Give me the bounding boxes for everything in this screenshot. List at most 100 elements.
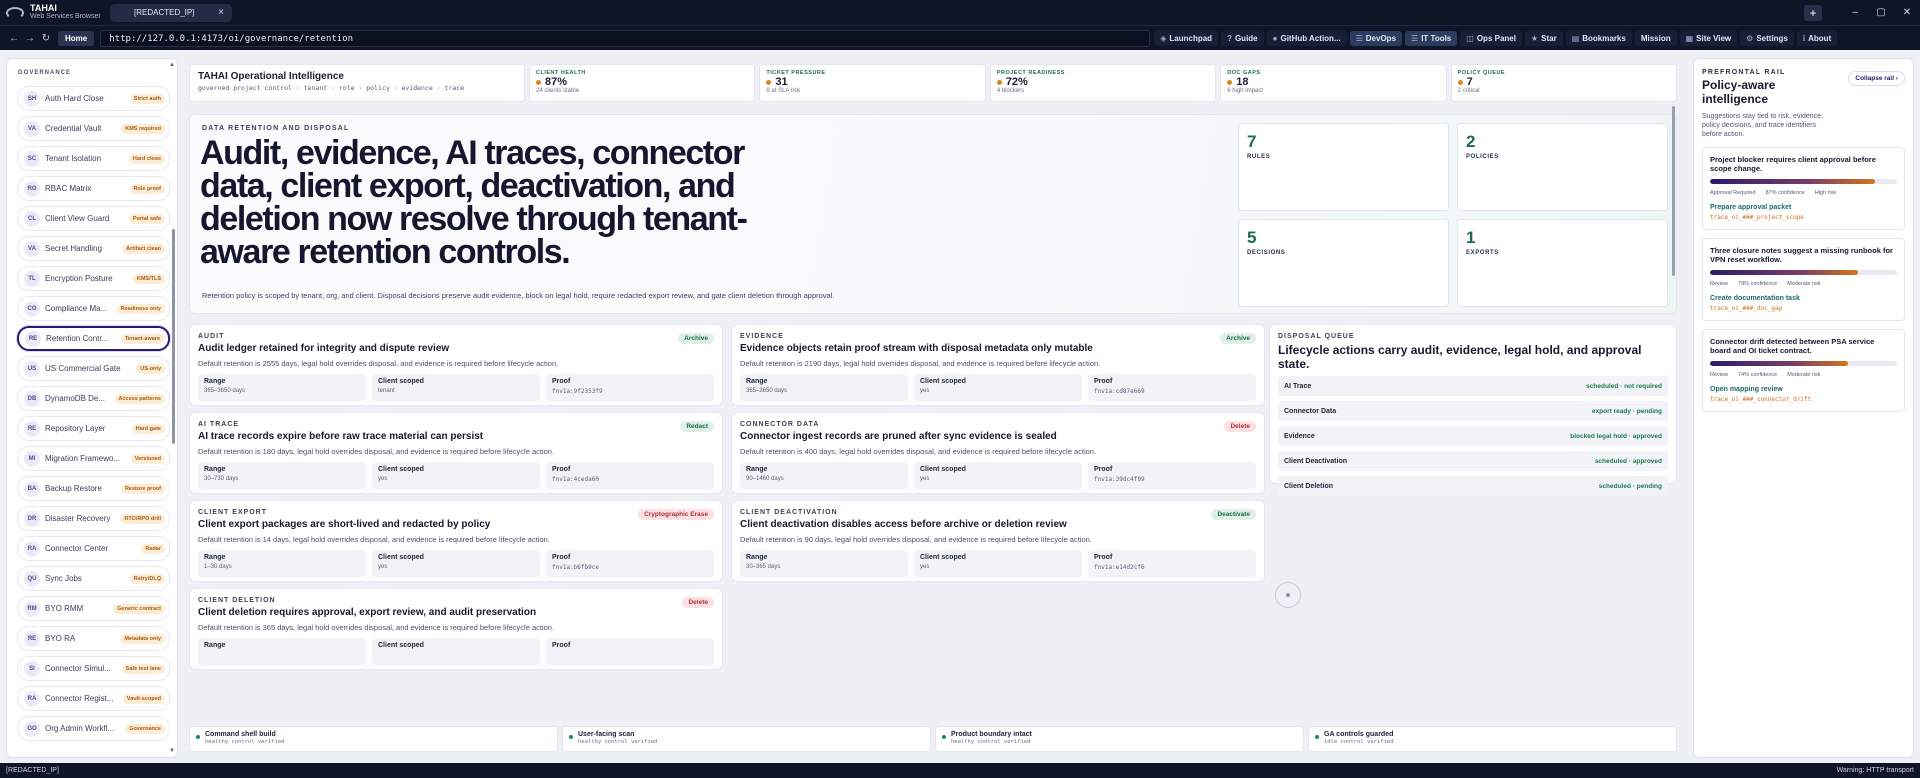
- card-action-badge: Deactivate: [1211, 509, 1256, 520]
- kpi-doc-gaps[interactable]: DOC GAPS 18 6 high impact: [1220, 64, 1447, 102]
- nav-guide[interactable]: ? Guide: [1221, 30, 1264, 46]
- forward-arrow-icon[interactable]: →: [22, 33, 38, 44]
- card-action-badge: Archive: [678, 333, 714, 344]
- status-dot-icon: [766, 79, 772, 85]
- nav-about[interactable]: i About: [1796, 30, 1838, 46]
- main-content: TAHAI Operational Intelligence governed …: [187, 58, 1683, 758]
- queue-row-evidence[interactable]: Evidence blocked legal hold · approved: [1278, 426, 1668, 446]
- sidebar-scrollbar[interactable]: [172, 229, 175, 444]
- collapse-rail-button[interactable]: Collapse rail ›: [1848, 71, 1905, 86]
- sidebar-item[interactable]: RE Retention Contr... Tenant-aware: [17, 326, 170, 351]
- nav-settings[interactable]: ⚙ Settings: [1740, 30, 1794, 46]
- confidence-bar: [1710, 270, 1897, 275]
- suggestion-action-link[interactable]: Prepare approval packet: [1710, 204, 1897, 211]
- sidebar-item[interactable]: DB DynamoDB De... Access patterns: [17, 386, 170, 411]
- sidebar-item[interactable]: CL Client View Guard Portal safe: [17, 206, 170, 231]
- sidebar-item-badge: Vault-scoped: [122, 693, 165, 704]
- nav-launchpad[interactable]: ◈ Launchpad: [1154, 30, 1219, 46]
- sidebar-item[interactable]: RA Connector Regist... Vault-scoped: [17, 686, 170, 711]
- retention-card: CLIENT DEACTIVATION Deactivate Client deac…: [731, 500, 1265, 582]
- queue-row-connector-data[interactable]: Connector Data export ready · pending: [1278, 401, 1668, 421]
- nav-github-actions[interactable]: ● GitHub Action...: [1266, 30, 1347, 46]
- field-client-scoped: Client scoped yes: [914, 550, 1082, 577]
- sidebar-item[interactable]: RE BYO RA Metadata only: [17, 626, 170, 651]
- rail-title: Policy-aware intelligence: [1702, 78, 1776, 106]
- sidebar-item[interactable]: RE Repository Layer Hard gate: [17, 416, 170, 441]
- nav-ops-panel[interactable]: ◫ Ops Panel: [1460, 30, 1522, 46]
- kpi-project-readiness[interactable]: PROJECT READINESS 72% 4 blockers: [989, 64, 1217, 102]
- sidebar-item-avatar: US: [24, 360, 40, 377]
- nav-devops[interactable]: ☰ DevOps: [1349, 30, 1403, 46]
- panel-icon: ◫: [1466, 33, 1474, 43]
- nav-mission[interactable]: Mission: [1634, 30, 1677, 46]
- status-bar: [REDACTED_IP] Warning: HTTP transport: [0, 763, 1920, 778]
- card-action-badge: Redact: [680, 421, 714, 432]
- sidebar-item[interactable]: VA Credential Vault KMS required: [17, 116, 170, 141]
- sidebar-item[interactable]: CO Compliance Ma... Readiness only: [17, 296, 170, 321]
- queue-row-client-deactivation[interactable]: Client Deactivation scheduled · approved: [1278, 451, 1668, 471]
- card-eyebrow: CONNECTOR DATA: [740, 421, 820, 428]
- sidebar-item[interactable]: MI Migration Framewo... Versioned: [17, 446, 170, 471]
- close-window-icon[interactable]: ✕: [1894, 7, 1920, 18]
- main-scrollbar[interactable]: [1672, 106, 1675, 276]
- sidebar-item-badge: Metadata only: [120, 633, 165, 644]
- sidebar-item[interactable]: BA Backup Restore Restore proof: [17, 476, 170, 501]
- sidebar-item[interactable]: GO Org Admin Workfl... Governance: [17, 716, 170, 741]
- maximize-icon[interactable]: ▢: [1868, 7, 1894, 18]
- sidebar-item-badge: KMS required: [121, 123, 165, 134]
- sidebar-item[interactable]: QU Sync Jobs Retry/DLQ: [17, 566, 170, 591]
- sidebar-item-label: DynamoDB De...: [45, 394, 106, 403]
- sidebar-item[interactable]: SH Auth Hard Close Strict auth: [17, 86, 170, 111]
- control-checks: Command shell build healthy control verif…: [189, 726, 1677, 752]
- sidebar-item[interactable]: SC Tenant Isolation Hard close: [17, 146, 170, 171]
- status-dot-icon: [1457, 79, 1463, 85]
- minimize-icon[interactable]: –: [1842, 7, 1868, 18]
- scroll-up-icon[interactable]: ▲: [169, 62, 175, 68]
- suggestion-action-link[interactable]: Open mapping review: [1710, 386, 1897, 393]
- url-bar[interactable]: http://127.0.0.1:4173/oi/governance/rete…: [100, 29, 1151, 47]
- sidebar-item[interactable]: RA Connector Center Radar: [17, 536, 170, 561]
- summary-title: TAHAI Operational Intelligence: [198, 71, 344, 82]
- new-tab-button[interactable]: +: [1804, 4, 1822, 21]
- queue-row-client-deletion[interactable]: Client Deletion scheduled · pending: [1278, 476, 1668, 496]
- sidebar-item[interactable]: RM BYO RMM Generic contract: [17, 596, 170, 621]
- card-eyebrow: AI TRACE: [198, 421, 240, 428]
- sidebar-item[interactable]: SI Connector Simul... Safe test lane: [17, 656, 170, 681]
- sidebar-item[interactable]: DR Disaster Recovery RTO/RPO drill: [17, 506, 170, 531]
- info-icon: i: [1802, 33, 1806, 43]
- sidebar-item-avatar: RE: [24, 630, 40, 647]
- kpi-client-health[interactable]: CLIENT HEALTH 87% 24 clients stable: [529, 64, 756, 102]
- sidebar-item-badge: Hard gate: [131, 423, 165, 434]
- sidebar-item[interactable]: RO RBAC Matrix Role proof: [17, 176, 170, 201]
- card-eyebrow: CLIENT DEACTIVATION: [740, 509, 838, 516]
- suggestion-title: Project blocker requires client approval…: [1710, 155, 1876, 173]
- suggestion-action-link[interactable]: Create documentation task: [1710, 295, 1897, 302]
- sidebar-item[interactable]: VA Secret Handling Artifact clean: [17, 236, 170, 261]
- github-icon: ●: [1272, 33, 1278, 43]
- scroll-down-icon[interactable]: ▼: [169, 748, 175, 754]
- card-title: Connector ingest records are pruned afte…: [740, 431, 1057, 442]
- sidebar-item-avatar: GO: [24, 720, 40, 737]
- reload-icon[interactable]: ↻: [38, 33, 54, 44]
- governance-sidebar: GOVERNANCE SH Auth Hard Close Strict auth V…: [6, 58, 178, 758]
- nav-bookmarks[interactable]: ▤ Bookmarks: [1565, 30, 1632, 46]
- suggestion-chip: 74% confidence: [1738, 372, 1778, 378]
- card-fields: Range 30–730 days Client scoped yes Proof fnv…: [198, 462, 714, 489]
- nav-it-tools[interactable]: ☰ IT Tools: [1405, 30, 1458, 46]
- sidebar-list: SH Auth Hard Close Strict auth VA Credential…: [17, 86, 170, 746]
- card-description: Default retention is 365 days, legal hol…: [198, 623, 555, 632]
- queue-row-ai-trace[interactable]: AI Trace scheduled · not required: [1278, 376, 1668, 396]
- kpi-ticket-pressure[interactable]: TICKET PRESSURE 31 9 at SLA risk: [759, 64, 986, 102]
- grid-icon: ▦: [1685, 33, 1694, 43]
- nav-site-view[interactable]: ▦ Site View: [1679, 30, 1738, 46]
- home-button[interactable]: Home: [58, 30, 95, 46]
- brand-subtitle: Web Services Browser: [30, 13, 101, 20]
- sidebar-item[interactable]: US US Commercial Gate US-only: [17, 356, 170, 381]
- back-arrow-icon[interactable]: ←: [6, 33, 22, 44]
- nav-star[interactable]: ★ Star: [1524, 30, 1563, 46]
- tab-close-icon[interactable]: ×: [218, 7, 224, 18]
- kpi-policy-queue[interactable]: POLICY QUEUE 7 2 critical: [1450, 64, 1678, 102]
- sidebar-item-label: Sync Jobs: [45, 574, 82, 583]
- browser-tab[interactable]: [REDACTED_IP] ×: [110, 3, 232, 22]
- sidebar-item[interactable]: TL Encryption Posture KMS/TLS: [17, 266, 170, 291]
